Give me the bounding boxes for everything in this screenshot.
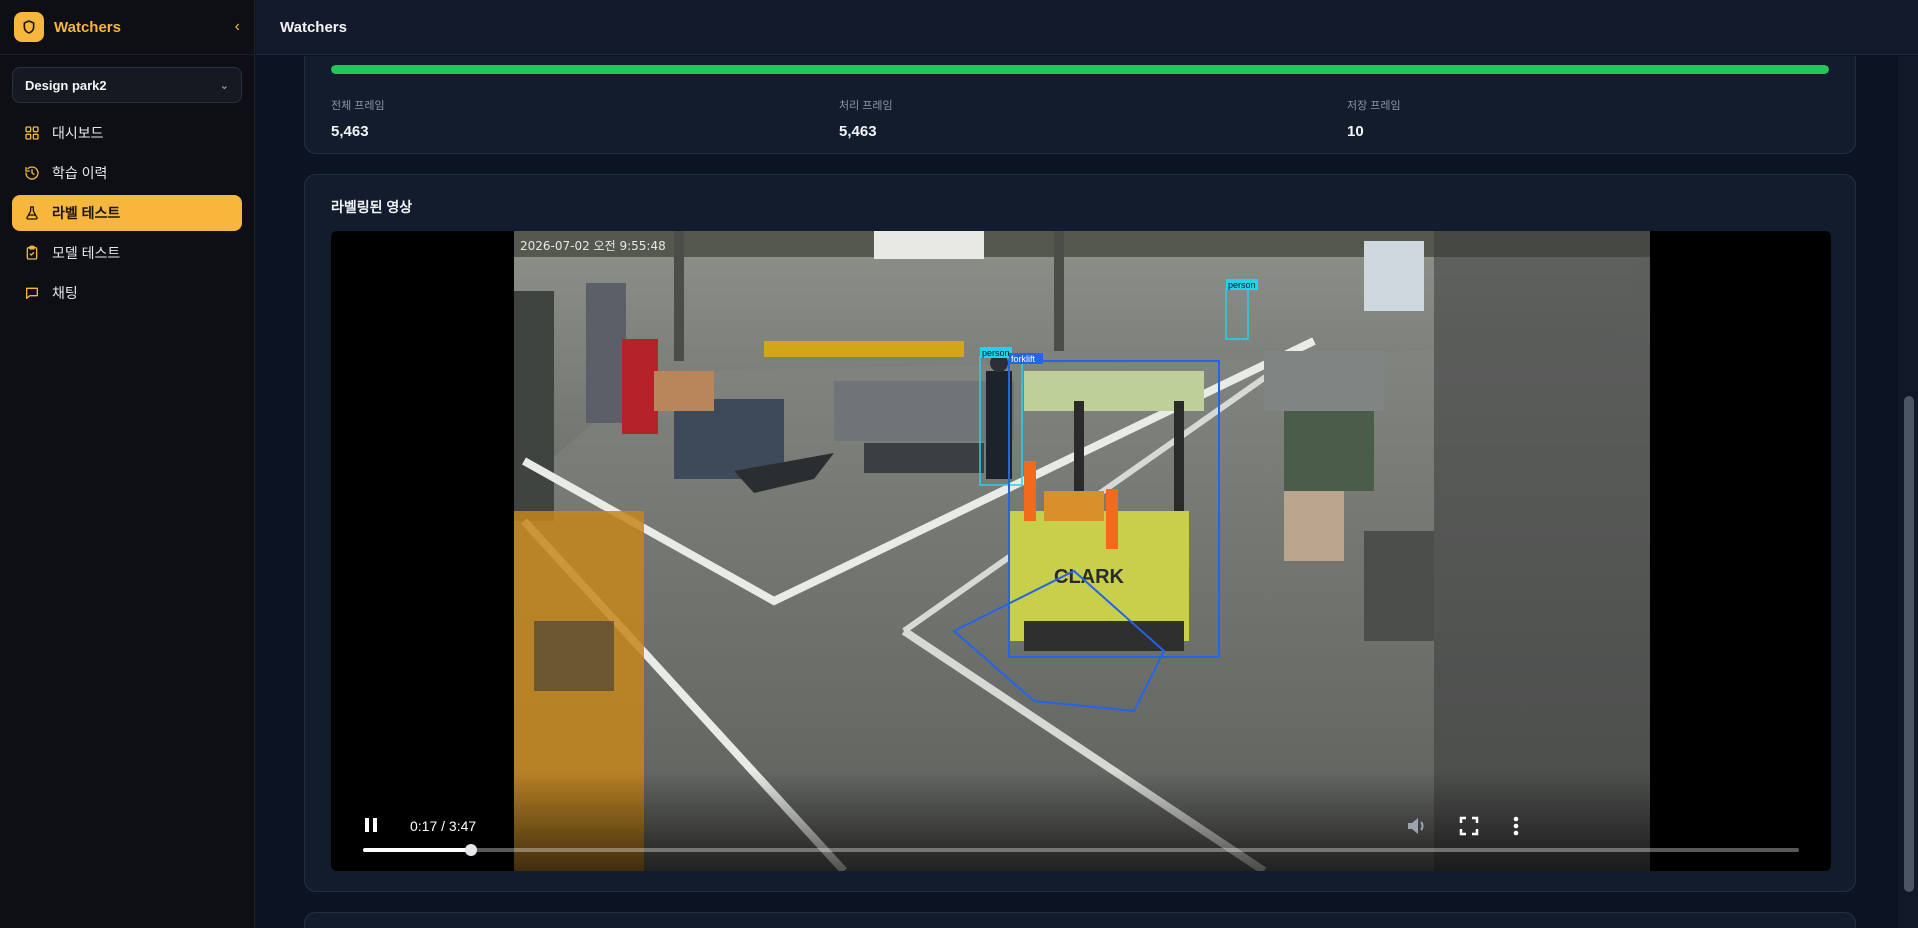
scrollbar[interactable] <box>1898 56 1918 928</box>
sidebar: Watchers ‹ Design park2 ⌄ 대시보드 학습 이력 라벨 … <box>0 0 255 928</box>
main-content: 전체 프레임 5,463 처리 프레임 5,463 저장 프레임 10 라벨링된… <box>256 56 1898 928</box>
top-header: Watchers <box>256 0 1918 55</box>
app-title: Watchers <box>54 18 121 36</box>
sidebar-nav: 대시보드 학습 이력 라벨 테스트 모델 테스트 채팅 <box>0 111 254 319</box>
labeled-video-card: 라벨링된 영상 CLARK person forklift person 202… <box>304 174 1856 892</box>
stat-saved-frames: 저장 프레임 10 <box>1347 97 1401 140</box>
sidebar-item-label: 라벨 테스트 <box>52 205 121 221</box>
flask-icon <box>26 206 38 220</box>
video-player[interactable]: CLARK person forklift person 2026-07-02 … <box>331 231 1831 871</box>
sidebar-item-label: 모델 테스트 <box>52 245 121 261</box>
sidebar-item-model-test[interactable]: 모델 테스트 <box>12 235 242 271</box>
pause-button[interactable] <box>361 815 381 840</box>
stat-label: 저장 프레임 <box>1347 100 1401 112</box>
stat-value: 5,463 <box>839 123 877 140</box>
scrollbar-thumb[interactable] <box>1904 396 1914 892</box>
detection-label: person <box>982 348 1010 358</box>
page-title: Watchers <box>280 18 347 36</box>
chevron-down-icon: ⌄ <box>219 79 229 92</box>
history-icon <box>25 166 39 180</box>
mute-button[interactable] <box>1405 815 1429 842</box>
red-cabinet <box>622 339 658 434</box>
door <box>514 291 554 521</box>
sidebar-item-label-test[interactable]: 라벨 테스트 <box>12 195 242 231</box>
more-vertical-icon <box>1513 816 1519 836</box>
seek-bar[interactable] <box>363 844 1799 856</box>
stat-value: 5,463 <box>331 123 369 140</box>
fullscreen-button[interactable] <box>1459 816 1479 841</box>
detection-label: forklift <box>1011 354 1036 364</box>
stat-label: 전체 프레임 <box>331 100 385 112</box>
next-card <box>304 912 1856 928</box>
stat-total-frames: 전체 프레임 5,463 <box>331 97 385 140</box>
frame-stats-card: 전체 프레임 5,463 처리 프레임 5,463 저장 프레임 10 <box>304 56 1856 154</box>
seek-handle[interactable] <box>464 844 477 856</box>
stat-value: 10 <box>1347 123 1364 140</box>
workspace-name: Design park2 <box>25 77 107 93</box>
playback-time: 0:17 / 3:47 <box>410 818 477 834</box>
controls-gradient <box>331 771 1831 871</box>
stat-processed-frames: 처리 프레임 5,463 <box>839 97 893 140</box>
grid-icon <box>25 126 39 140</box>
stat-label: 처리 프레임 <box>839 100 893 112</box>
workbench <box>1264 351 1384 411</box>
sidebar-item-chat[interactable]: 채팅 <box>12 275 242 311</box>
chat-icon <box>26 287 38 299</box>
volume-icon <box>1408 818 1424 834</box>
brand: Watchers ‹ <box>0 0 254 55</box>
section-title: 라벨링된 영상 <box>331 199 413 215</box>
yellow-beams <box>764 341 964 357</box>
sidebar-item-label: 채팅 <box>52 285 78 301</box>
sidebar-item-label: 대시보드 <box>52 125 104 141</box>
seek-played <box>363 848 471 852</box>
video-timestamp-overlay: 2026-07-02 오전 9:55:48 <box>520 239 666 253</box>
sidebar-item-label: 학습 이력 <box>52 165 108 181</box>
clipboard-check-icon <box>26 245 38 260</box>
workspace-select[interactable]: Design park2 ⌄ <box>12 67 242 103</box>
detection-label: person <box>1228 280 1256 290</box>
processing-progress-bar <box>331 65 1829 74</box>
fullscreen-icon <box>1459 816 1479 836</box>
shield-logo-icon <box>14 12 44 42</box>
sidebar-item-training-history[interactable]: 학습 이력 <box>12 155 242 191</box>
sidebar-item-dashboard[interactable]: 대시보드 <box>12 115 242 151</box>
more-options-button[interactable] <box>1511 815 1521 842</box>
pause-icon <box>365 818 377 832</box>
collapse-sidebar-icon[interactable]: ‹ <box>235 18 240 36</box>
progress-fill <box>331 65 1829 74</box>
